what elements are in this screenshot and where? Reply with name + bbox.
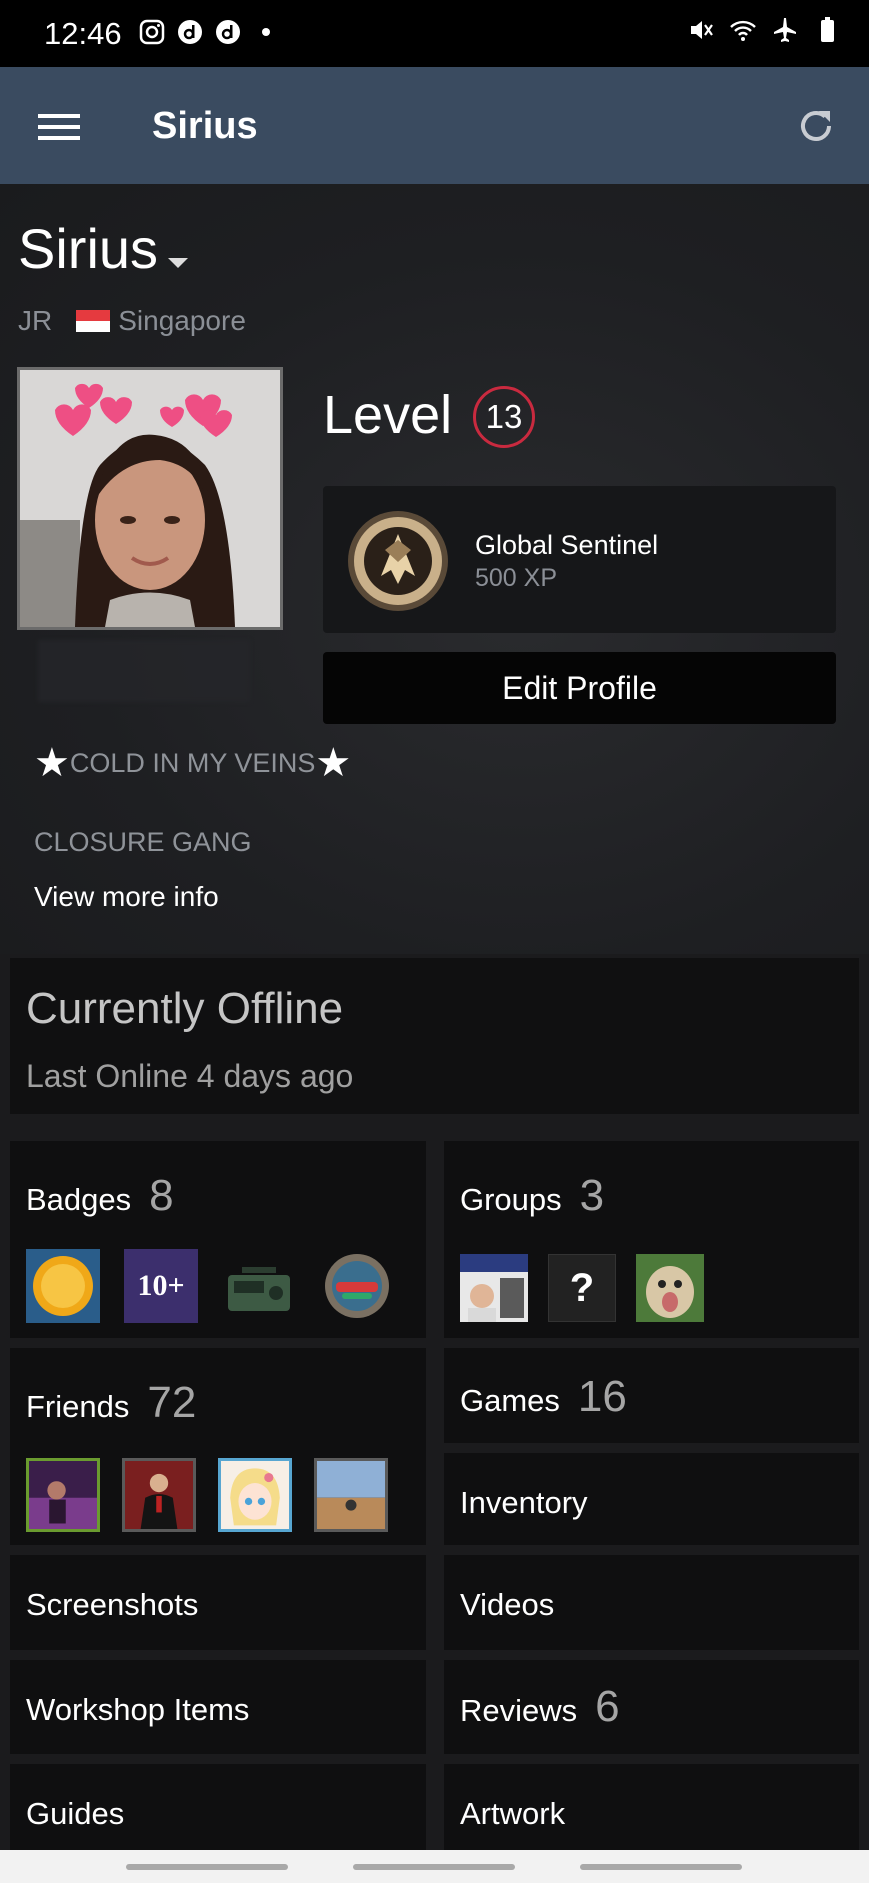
reviews-count: 6 — [595, 1682, 620, 1731]
badges-tile[interactable]: Badges 8 10+ — [10, 1141, 426, 1338]
reviews-tile[interactable]: Reviews 6 — [444, 1660, 859, 1754]
edit-profile-button[interactable]: Edit Profile — [323, 652, 836, 724]
status-title: Currently Offline — [26, 984, 344, 1033]
friend-avatar-4[interactable] — [314, 1458, 388, 1532]
workshop-items-label: Workshop Items — [26, 1692, 250, 1727]
app-bar: Sirius — [0, 67, 869, 184]
videos-tile[interactable]: Videos — [444, 1555, 859, 1650]
battery-icon — [821, 17, 834, 42]
level-badge: 13 — [473, 386, 535, 448]
star-icon: ★ — [34, 741, 70, 785]
status-time: 12:46 — [44, 16, 122, 51]
screenshots-tile[interactable]: Screenshots — [10, 1555, 426, 1650]
groups-label: Groups — [460, 1182, 562, 1217]
featured-badge-card[interactable]: Global Sentinel 500 XP — [323, 486, 836, 633]
app-bar-title: Sirius — [152, 105, 258, 147]
guides-label: Guides — [26, 1796, 125, 1831]
profile-subline: JR Singapore — [18, 305, 246, 337]
notification-icons — [138, 18, 280, 46]
global-sentinel-badge-icon — [348, 511, 448, 611]
avatar-frame-blur — [38, 640, 250, 702]
instagram-icon — [139, 19, 165, 45]
system-icons — [687, 16, 841, 44]
app-d-icon — [178, 20, 202, 44]
friends-tile[interactable]: Friends 72 — [10, 1348, 426, 1545]
singapore-flag-icon — [76, 310, 111, 332]
level-label: Level — [323, 385, 453, 445]
system-navigation-bar — [0, 1850, 869, 1883]
featured-badge-name: Global Sentinel — [475, 530, 659, 560]
inventory-tile[interactable]: Inventory — [444, 1453, 859, 1545]
country: Singapore — [118, 305, 246, 336]
artwork-label: Artwork — [460, 1796, 566, 1831]
videos-label: Videos — [460, 1587, 555, 1622]
years-badge-icon: 10+ — [124, 1249, 198, 1323]
groups-tile[interactable]: Groups 3 ? — [444, 1141, 859, 1338]
mute-icon — [691, 21, 713, 39]
friend-avatar-3[interactable] — [218, 1458, 292, 1532]
badges-count: 8 — [149, 1171, 174, 1220]
group-avatar-unknown: ? — [548, 1254, 616, 1322]
group-avatar-dog — [636, 1254, 704, 1322]
question-mark: ? — [569, 1265, 595, 1310]
workshop-items-tile[interactable]: Workshop Items — [10, 1660, 426, 1754]
star-icon-2: ★ — [315, 741, 352, 785]
wifi-icon — [730, 20, 756, 41]
badges-label: Badges — [26, 1182, 132, 1217]
group-avatar-1 — [460, 1254, 528, 1322]
app-d-icon-2 — [216, 20, 240, 44]
radio-badge-icon — [222, 1249, 296, 1323]
years-badge-text: 10+ — [137, 1269, 185, 1302]
profile-summary: CLOSURE GANG — [34, 827, 252, 857]
games-count: 16 — [577, 1372, 627, 1421]
hamburger-menu-icon[interactable] — [38, 112, 80, 142]
real-name: JR — [18, 305, 53, 336]
avatar — [17, 367, 283, 630]
more-notifications-dot-icon — [262, 28, 270, 36]
games-tile[interactable]: Games 16 — [444, 1348, 859, 1443]
view-more-info-link[interactable]: View more info — [34, 881, 219, 913]
screenshots-label: Screenshots — [26, 1587, 199, 1622]
status-bar: 12:46 — [0, 0, 869, 67]
inventory-label: Inventory — [460, 1485, 588, 1520]
groups-count: 3 — [579, 1171, 605, 1220]
featured-badge-xp: 500 XP — [475, 564, 558, 592]
airplane-mode-icon — [774, 18, 796, 42]
friends-label: Friends — [26, 1389, 130, 1424]
coin-badge-icon — [26, 1249, 100, 1323]
refresh-icon[interactable] — [795, 105, 837, 147]
online-status: Currently Offline Last Online 4 days ago — [10, 958, 859, 1114]
racing-badge-icon — [320, 1249, 394, 1323]
chevron-down-icon[interactable] — [168, 258, 188, 268]
friends-count: 72 — [147, 1378, 197, 1427]
last-online: Last Online 4 days ago — [26, 1058, 354, 1094]
nav-recents-button[interactable] — [126, 1864, 288, 1870]
tagline-text: COLD IN MY VEINS — [69, 747, 316, 778]
nav-home-button[interactable] — [353, 1864, 515, 1870]
friend-avatar-1[interactable] — [26, 1458, 100, 1532]
profile-name[interactable]: Sirius — [18, 216, 158, 281]
guides-tile[interactable]: Guides — [10, 1764, 426, 1850]
reviews-label: Reviews — [460, 1693, 578, 1728]
artwork-tile[interactable]: Artwork — [444, 1764, 859, 1850]
profile-tagline: ★ COLD IN MY VEINS ★ — [34, 743, 351, 783]
games-label: Games — [460, 1383, 560, 1418]
nav-back-button[interactable] — [580, 1864, 742, 1870]
friend-avatar-2[interactable] — [122, 1458, 196, 1532]
